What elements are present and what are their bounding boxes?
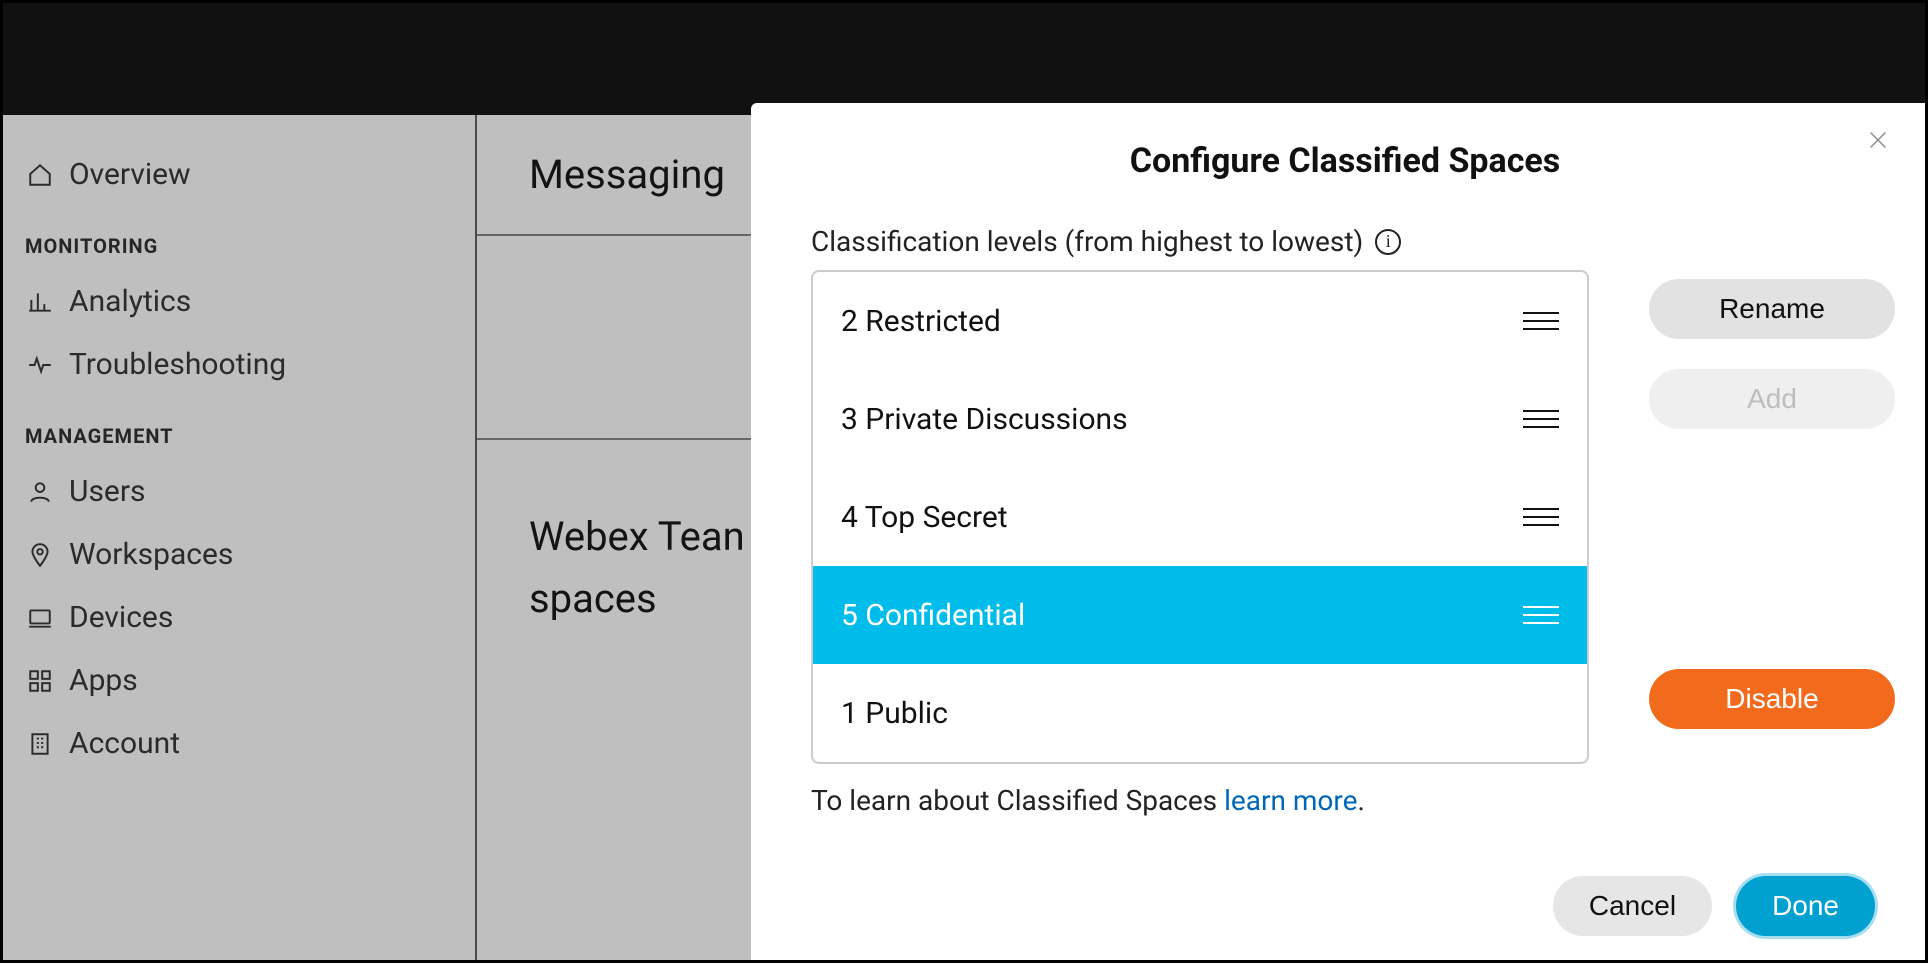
classification-level-item-selected[interactable]: 5 Confidential: [813, 566, 1587, 664]
classification-levels-label: Classification levels (from highest to l…: [811, 225, 1589, 258]
rename-button[interactable]: Rename: [1649, 279, 1895, 339]
help-suffix: .: [1357, 784, 1364, 817]
cancel-button[interactable]: Cancel: [1553, 876, 1712, 936]
classification-level-label: 3 Private Discussions: [841, 402, 1128, 437]
add-button: Add: [1649, 369, 1895, 429]
help-prefix: To learn about Classified Spaces: [811, 784, 1224, 817]
drag-handle-icon[interactable]: [1523, 312, 1559, 330]
classification-level-item[interactable]: 1 Public: [813, 664, 1587, 762]
top-bar: [3, 3, 1925, 115]
classification-level-item[interactable]: 2 Restricted: [813, 272, 1587, 370]
classification-level-label: 2 Restricted: [841, 304, 1001, 339]
modal-title: Configure Classified Spaces: [811, 141, 1879, 181]
classification-help-text: To learn about Classified Spaces learn m…: [811, 784, 1589, 817]
configure-classified-spaces-modal: Configure Classified Spaces Classificati…: [751, 103, 1925, 960]
drag-handle-icon[interactable]: [1523, 508, 1559, 526]
done-button[interactable]: Done: [1736, 876, 1875, 936]
disable-button[interactable]: Disable: [1649, 669, 1895, 729]
drag-handle-icon[interactable]: [1523, 606, 1559, 624]
classification-level-item[interactable]: 4 Top Secret: [813, 468, 1587, 566]
classification-level-label: 1 Public: [841, 696, 948, 731]
close-icon[interactable]: [1863, 125, 1893, 155]
info-icon[interactable]: i: [1375, 229, 1401, 255]
learn-more-link[interactable]: learn more: [1224, 784, 1357, 817]
classification-levels-list: 2 Restricted 3 Private Discussions 4 Top…: [811, 270, 1589, 764]
classification-level-label: 5 Confidential: [841, 598, 1025, 633]
classification-levels-label-text: Classification levels (from highest to l…: [811, 225, 1363, 258]
classification-level-label: 4 Top Secret: [841, 500, 1008, 535]
classification-level-item[interactable]: 3 Private Discussions: [813, 370, 1587, 468]
drag-handle-icon[interactable]: [1523, 410, 1559, 428]
